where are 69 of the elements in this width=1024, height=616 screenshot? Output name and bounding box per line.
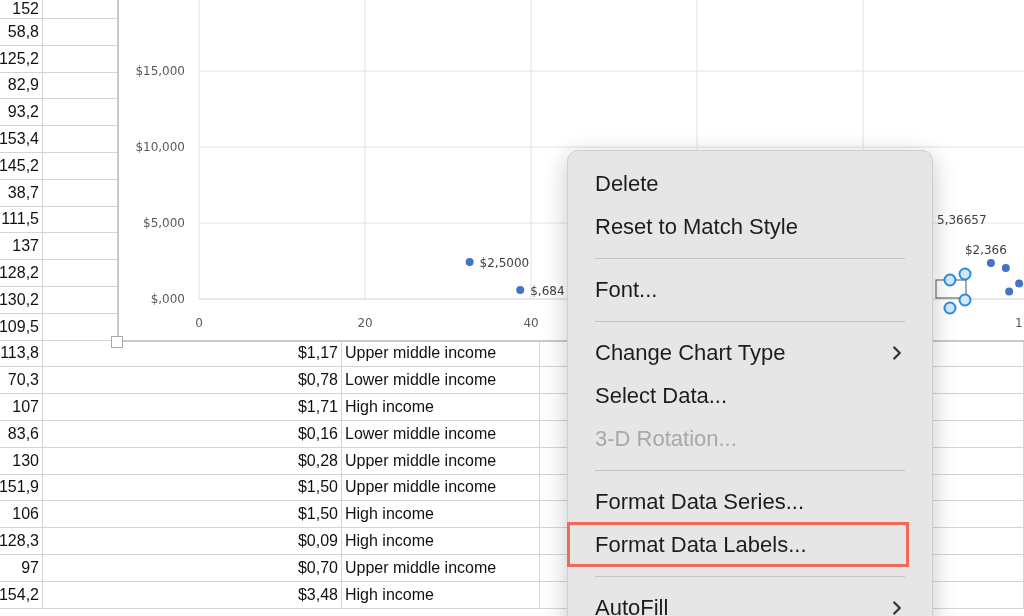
table-cell: 70,3: [0, 367, 43, 395]
menu-item[interactable]: Change Chart Type: [568, 331, 932, 374]
table-cell: 38,7: [0, 179, 43, 207]
table-cell: High income: [342, 394, 540, 421]
y-axis-label: $10,000: [135, 140, 185, 154]
menu-item[interactable]: Format Data Labels...: [568, 523, 908, 566]
table-cell: 83,6: [0, 420, 43, 448]
table-cell: 125,2: [0, 45, 43, 73]
menu-item[interactable]: Reset to Match Style: [568, 205, 932, 248]
table-cell: $3,48: [43, 581, 342, 609]
table-cell: Lower middle income: [342, 420, 540, 448]
table-cell: $0,28: [43, 447, 342, 475]
table-cell: High income: [342, 581, 540, 609]
data-label: 5,36657: [937, 213, 987, 227]
resize-handle[interactable]: [111, 336, 123, 348]
x-axis-label: 0: [195, 316, 203, 330]
x-axis-label: 1: [1015, 316, 1023, 330]
table-cell: 152: [0, 0, 43, 19]
data-point[interactable]: [465, 258, 474, 267]
table-cell: High income: [342, 501, 540, 529]
data-label: $2,366: [964, 243, 1007, 257]
table-cell: Upper middle income: [342, 474, 540, 502]
x-axis-label: 40: [523, 316, 539, 330]
table-cell: 58,8: [0, 19, 43, 46]
menu-item[interactable]: Select Data...: [568, 374, 932, 417]
table-cell: High income: [342, 528, 540, 555]
table-cell: 154,2: [0, 581, 43, 609]
table-cell: 137: [0, 233, 43, 261]
table-cell: 82,9: [0, 72, 43, 100]
menu-item[interactable]: Font...: [568, 268, 932, 311]
table-cell: $1,50: [43, 501, 342, 529]
data-label: $2,5000: [479, 256, 530, 271]
table-cell: 145,2: [0, 153, 43, 180]
table-cell: Upper middle income: [342, 554, 540, 582]
data-point[interactable]: [1015, 279, 1024, 288]
y-axis-label: $,000: [150, 292, 185, 306]
y-axis-label: $5,000: [143, 216, 185, 230]
table-cell: 111,5: [0, 206, 43, 234]
table-cell: $1,71: [43, 394, 342, 421]
x-axis-label: 20: [357, 316, 373, 330]
table-cell: $1,50: [43, 474, 342, 502]
y-axis-label: $15,000: [135, 64, 185, 79]
table-cell: 153,4: [0, 126, 43, 153]
table-cell: 130,2: [0, 286, 43, 314]
table-cell: Lower middle income: [342, 367, 540, 395]
table-cell: 151,9: [0, 474, 43, 502]
menu-item[interactable]: Format Data Series...: [568, 480, 932, 523]
data-point[interactable]: [1001, 264, 1010, 272]
table-cell: 130: [0, 447, 43, 475]
table-cell: 107: [0, 394, 43, 421]
menu-item[interactable]: Delete: [568, 162, 932, 205]
table-cell: $0,16: [43, 420, 342, 448]
table-cell: 128,2: [0, 260, 43, 287]
table-cell: $0,70: [43, 554, 342, 582]
table-cell: $0,78: [43, 367, 342, 395]
table-cell: 93,2: [0, 99, 43, 127]
data-label: $,684: [530, 284, 565, 299]
table-cell: $0,09: [43, 528, 342, 555]
menu-item[interactable]: AutoFill: [568, 586, 932, 616]
table-cell: 97: [0, 554, 43, 582]
selected-labels-drawing[interactable]: [935, 267, 972, 315]
table-cell: Upper middle income: [342, 447, 540, 475]
table-cell: 128,3: [0, 528, 43, 555]
table-cell: 113,8: [0, 340, 43, 368]
data-point[interactable]: [986, 259, 995, 267]
data-point[interactable]: [1005, 287, 1014, 296]
table-cell: 109,5: [0, 313, 43, 341]
data-point[interactable]: [516, 286, 525, 295]
table-cell: 106: [0, 501, 43, 529]
